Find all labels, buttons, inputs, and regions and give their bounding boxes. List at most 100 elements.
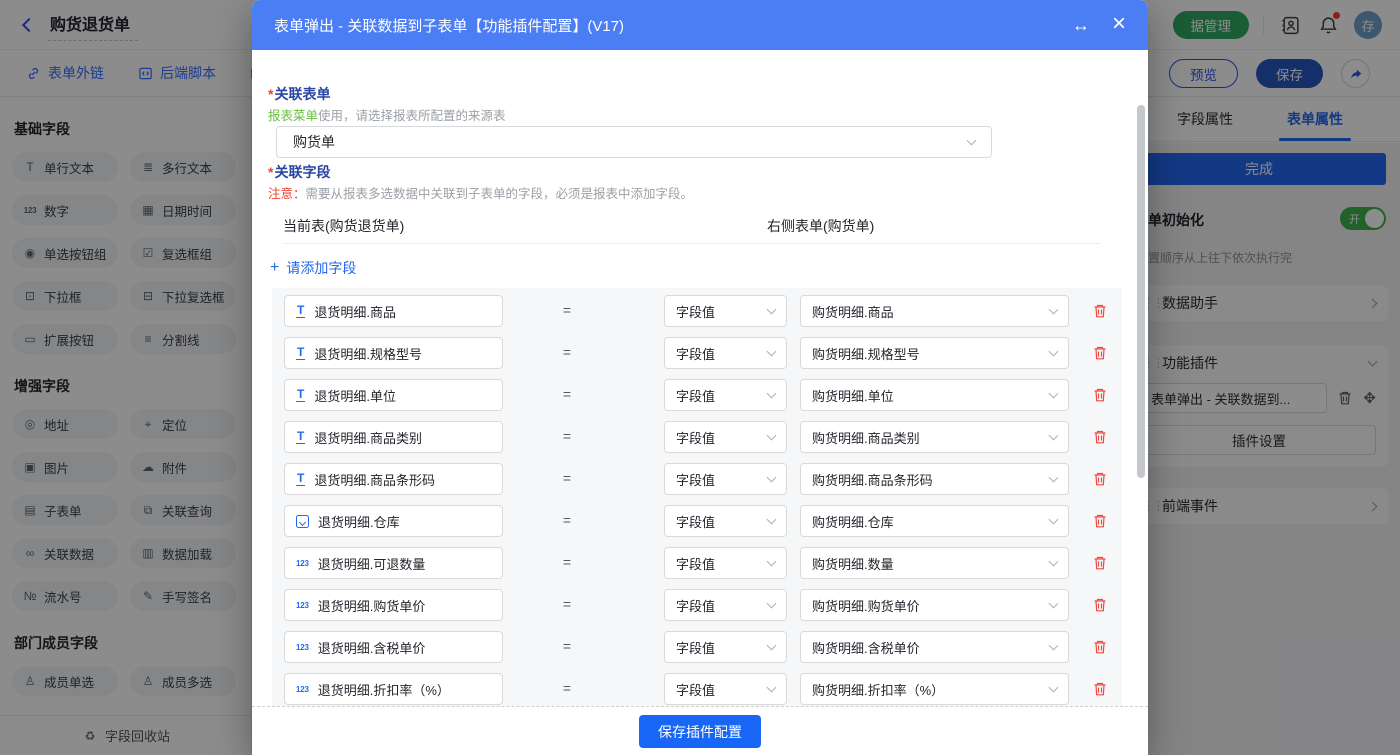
operator-select[interactable]: 字段值 (664, 505, 787, 537)
modal-footer: 保存插件配置 (252, 706, 1148, 755)
field-mapping-row: 123 退货明细.折扣率（%） = 字段值 购货明细.折扣率（%） (272, 673, 1122, 705)
operator-select[interactable]: 字段值 (664, 337, 787, 369)
left-field-box[interactable]: 退货明细.仓库 (284, 505, 503, 537)
operator-select[interactable]: 字段值 (664, 589, 787, 621)
field-mapping-row: T 退货明细.商品 = 字段值 购货明细.商品 (272, 295, 1122, 327)
left-field-box[interactable]: T 退货明细.单位 (284, 379, 503, 411)
right-field-value: 购货明细.购货单价 (812, 598, 920, 614)
chevron-down-icon (1048, 304, 1059, 315)
operator-select[interactable]: 字段值 (664, 673, 787, 705)
delete-row-icon[interactable] (1092, 681, 1108, 702)
chevron-down-icon (766, 640, 777, 651)
chevron-down-icon (1048, 346, 1059, 357)
delete-row-icon[interactable] (1092, 471, 1108, 492)
field-mapping-row: 退货明细.仓库 = 字段值 购货明细.仓库 (272, 505, 1122, 537)
delete-row-icon[interactable] (1092, 303, 1108, 324)
delete-row-icon[interactable] (1092, 345, 1108, 366)
operator-select[interactable]: 字段值 (664, 463, 787, 495)
field-mapping-row: T 退货明细.规格型号 = 字段值 购货明细.规格型号 (272, 337, 1122, 369)
operator-select[interactable]: 字段值 (664, 421, 787, 453)
field-mapping-row: 123 退货明细.含税单价 = 字段值 购货明细.含税单价 (272, 631, 1122, 663)
right-field-select[interactable]: 购货明细.商品类别 (800, 421, 1069, 453)
left-field-label: 退货明细.单位 (314, 388, 396, 404)
left-field-box[interactable]: T 退货明细.商品类别 (284, 421, 503, 453)
modal-header: 表单弹出 - 关联数据到子表单【功能插件配置】(V17) ↔ × (252, 0, 1148, 50)
chevron-down-icon (766, 388, 777, 399)
field-mapping-row: 123 退货明细.可退数量 = 字段值 购货明细.数量 (272, 547, 1122, 579)
field-type-icon: 123 (296, 684, 309, 694)
delete-row-icon[interactable] (1092, 513, 1108, 534)
equals-sign: = (562, 596, 572, 612)
right-field-value: 购货明细.商品条形码 (812, 472, 933, 488)
right-field-select[interactable]: 购货明细.商品 (800, 295, 1069, 327)
add-field-link[interactable]: + 请添加字段 (270, 258, 356, 278)
right-field-value: 购货明细.含税单价 (812, 640, 920, 656)
operator-select[interactable]: 字段值 (664, 631, 787, 663)
save-plugin-config-button[interactable]: 保存插件配置 (639, 715, 761, 748)
equals-sign: = (562, 512, 572, 528)
operator-value: 字段值 (676, 472, 716, 488)
chevron-down-icon (766, 472, 777, 483)
chevron-down-icon (1048, 430, 1059, 441)
related-form-label: *关联表单 (268, 86, 331, 102)
left-field-box[interactable]: T 退货明细.规格型号 (284, 337, 503, 369)
note-line: 注意：需要从报表多选数据中关联到子表单的字段，必须是报表中添加字段。 (268, 187, 694, 201)
right-field-select[interactable]: 购货明细.数量 (800, 547, 1069, 579)
chevron-down-icon (766, 430, 777, 441)
field-type-icon: T (296, 429, 306, 444)
left-field-label: 退货明细.购货单价 (317, 598, 426, 614)
delete-row-icon[interactable] (1092, 555, 1108, 576)
left-field-box[interactable]: 123 退货明细.折扣率（%） (284, 673, 503, 705)
delete-row-icon[interactable] (1092, 597, 1108, 618)
related-form-select[interactable]: 购货单 (276, 126, 992, 158)
operator-value: 字段值 (676, 598, 716, 614)
related-fields-label: *关联字段 (268, 164, 331, 180)
operator-select[interactable]: 字段值 (664, 379, 787, 411)
field-type-icon: T (296, 387, 306, 402)
operator-value: 字段值 (676, 640, 716, 656)
delete-row-icon[interactable] (1092, 639, 1108, 660)
equals-sign: = (562, 638, 572, 654)
field-type-icon: 123 (296, 642, 309, 652)
chevron-down-icon (766, 556, 777, 567)
operator-select[interactable]: 字段值 (664, 547, 787, 579)
right-field-select[interactable]: 购货明细.折扣率（%） (800, 673, 1069, 705)
left-field-label: 退货明细.折扣率（%） (317, 682, 450, 698)
chevron-down-icon (1048, 598, 1059, 609)
chevron-down-icon (766, 514, 777, 525)
chevron-down-icon (766, 346, 777, 357)
right-field-select[interactable]: 购货明细.含税单价 (800, 631, 1069, 663)
left-field-box[interactable]: T 退货明细.商品 (284, 295, 503, 327)
operator-select[interactable]: 字段值 (664, 295, 787, 327)
left-field-label: 退货明细.含税单价 (317, 640, 426, 656)
left-field-label: 退货明细.仓库 (318, 514, 400, 530)
operator-value: 字段值 (676, 346, 716, 362)
column-header-left: 当前表(购货退货单) (283, 218, 405, 234)
expand-icon[interactable]: ↔ (1072, 16, 1090, 34)
modal-scrollbar[interactable] (1137, 105, 1145, 478)
left-field-label: 退货明细.商品类别 (314, 430, 422, 446)
delete-row-icon[interactable] (1092, 429, 1108, 450)
field-mapping-row: T 退货明细.商品条形码 = 字段值 购货明细.商品条形码 (272, 463, 1122, 495)
close-icon[interactable]: × (1112, 12, 1126, 36)
field-type-icon: 123 (296, 558, 309, 568)
left-field-box[interactable]: T 退货明细.商品条形码 (284, 463, 503, 495)
chevron-down-icon (1048, 556, 1059, 567)
right-field-select[interactable]: 购货明细.单位 (800, 379, 1069, 411)
left-field-box[interactable]: 123 退货明细.可退数量 (284, 547, 503, 579)
right-field-select[interactable]: 购货明细.仓库 (800, 505, 1069, 537)
operator-value: 字段值 (676, 430, 716, 446)
right-field-select[interactable]: 购货明细.购货单价 (800, 589, 1069, 621)
right-field-value: 购货明细.规格型号 (812, 346, 920, 362)
right-field-select[interactable]: 购货明细.规格型号 (800, 337, 1069, 369)
right-field-select[interactable]: 购货明细.商品条形码 (800, 463, 1069, 495)
right-field-value: 购货明细.单位 (812, 388, 894, 404)
left-field-box[interactable]: 123 退货明细.购货单价 (284, 589, 503, 621)
left-field-box[interactable]: 123 退货明细.含税单价 (284, 631, 503, 663)
modal-title: 表单弹出 - 关联数据到子表单【功能插件配置】(V17) (274, 17, 625, 35)
delete-row-icon[interactable] (1092, 387, 1108, 408)
equals-sign: = (562, 344, 572, 360)
operator-value: 字段值 (676, 304, 716, 320)
operator-value: 字段值 (676, 388, 716, 404)
equals-sign: = (562, 680, 572, 696)
